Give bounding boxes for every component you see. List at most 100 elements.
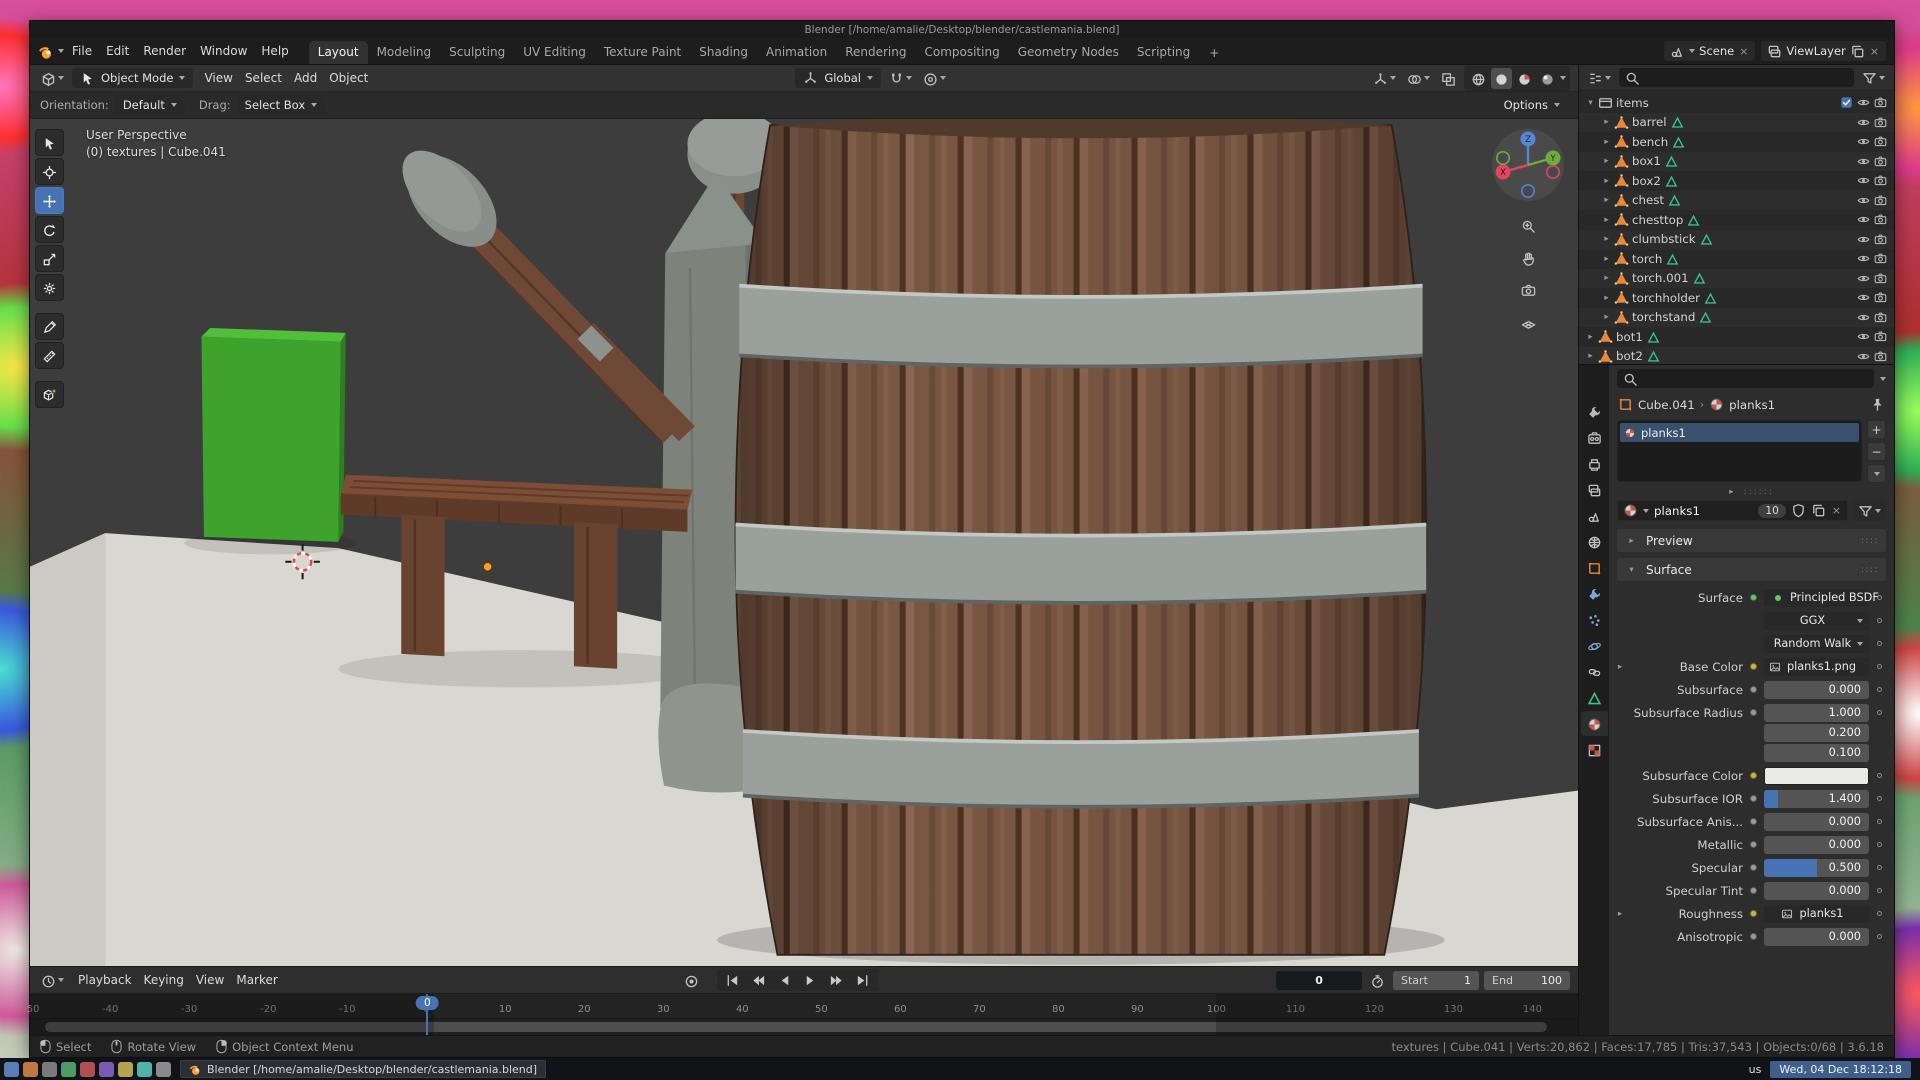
disable-render-toggle[interactable] [1872,252,1889,265]
workspace-tab-scripting[interactable]: Scripting [1128,41,1199,64]
drag-dropdown[interactable]: Select Box [237,95,326,115]
taskbar-app-icon[interactable] [80,1062,95,1077]
slot-specials-button[interactable] [1867,464,1886,483]
outliner-row-box1[interactable]: ▸box1 [1579,152,1894,172]
prev-key-button[interactable] [746,970,771,990]
outliner-row-chest[interactable]: ▸chest [1579,191,1894,211]
disclosure-icon[interactable]: ▸ [1599,117,1614,127]
disclosure-icon[interactable]: ▸ [1599,273,1614,283]
breadcrumb-object[interactable]: Cube.041 [1638,398,1695,412]
animate-decorator-icon[interactable] [1874,836,1885,847]
show-overlays-toggle[interactable] [1404,67,1433,90]
outliner-row-clumbstick[interactable]: ▸clumbstick [1579,230,1894,250]
jump-end-button[interactable] [850,970,875,990]
remove-slot-button[interactable]: − [1867,442,1886,461]
frame-end-field[interactable]: End100 [1484,971,1570,990]
next-key-button[interactable] [824,970,849,990]
hide-viewport-toggle[interactable] [1855,291,1872,304]
unlink-material-icon[interactable]: × [1831,504,1842,517]
outliner-row-torchstand[interactable]: ▸torchstand [1579,308,1894,328]
workspace-tab-rendering[interactable]: Rendering [836,41,915,64]
disable-render-toggle[interactable] [1872,350,1889,363]
hide-viewport-toggle[interactable] [1855,213,1872,226]
disclosure-icon[interactable]: ▸ [1599,215,1614,225]
viewport-menu-add[interactable]: Add [288,68,323,88]
animate-decorator-icon[interactable] [1874,928,1885,939]
properties-tab-constraints[interactable] [1581,659,1608,684]
outliner-row-torchholder[interactable]: ▸torchholder [1579,288,1894,308]
properties-search-input[interactable] [1643,372,1868,385]
taskbar-app-icon[interactable] [156,1062,171,1077]
keyboard-layout-indicator[interactable]: us [1749,1063,1762,1076]
link-roughness[interactable]: planks1 [1764,905,1869,923]
viewport-menu-select[interactable]: Select [239,68,288,88]
tool-transform[interactable] [35,274,64,301]
show-gizmo-toggle[interactable] [1370,67,1399,90]
taskbar-app-icon[interactable] [42,1062,57,1077]
app-menu-chevron-icon[interactable] [58,49,64,53]
tool-scale[interactable] [35,245,64,272]
material-datablock-field[interactable]: planks1 10 × [1617,500,1848,521]
taskbar-app-icon[interactable] [118,1062,133,1077]
timeline-editor-type-button[interactable] [38,969,67,992]
disable-render-toggle[interactable] [1872,194,1889,207]
disclosure-icon[interactable]: ▸ [1583,351,1598,361]
menu-distribution[interactable]: GGX [1764,612,1869,630]
tool-rotate[interactable] [35,216,64,243]
timeline-menu-view[interactable]: View [190,970,230,990]
slider-subsurface-radius-2[interactable]: 0.100 [1764,744,1869,762]
blender-logo-icon[interactable] [38,42,53,61]
taskbar-app-icon[interactable] [99,1062,114,1077]
scene-browse-chevron-icon[interactable] [1689,49,1695,53]
hide-viewport-toggle[interactable] [1855,194,1872,207]
navigation-gizmo[interactable]: Z X Y [1490,127,1566,203]
fake-user-icon[interactable] [1791,503,1806,518]
properties-tab-object-data[interactable] [1581,685,1608,710]
slider-subsurface-radius-0[interactable]: 1.000 [1764,704,1869,722]
disable-render-toggle[interactable] [1872,330,1889,343]
disclosure-icon[interactable]: ▾ [1583,98,1598,108]
scene-selector[interactable]: Scene × [1664,41,1755,61]
proportional-editing-toggle[interactable] [920,67,949,90]
shading-material-button[interactable] [1514,68,1535,89]
disable-render-toggle[interactable] [1872,291,1889,304]
hide-viewport-toggle[interactable] [1855,252,1872,265]
properties-tab-tool[interactable] [1581,399,1608,424]
timeline-menu-marker[interactable]: Marker [230,970,283,990]
hide-viewport-toggle[interactable] [1855,116,1872,129]
slider-subsurface-ior[interactable]: 1.400 [1764,790,1869,808]
mode-dropdown[interactable]: Object Mode [72,68,193,88]
properties-search-field[interactable] [1617,369,1874,388]
workspace-tab-geometry-nodes[interactable]: Geometry Nodes [1009,41,1128,64]
expander-icon[interactable]: ▸ [1614,905,1626,919]
panel-surface[interactable]: ▾ Surface :::: [1617,558,1886,581]
scene-unlink-icon[interactable]: × [1738,45,1749,58]
disclosure-icon[interactable]: ▸ [1599,293,1614,303]
workspace-tab-shading[interactable]: Shading [690,41,757,64]
disable-render-toggle[interactable] [1872,213,1889,226]
hide-viewport-toggle[interactable] [1855,135,1872,148]
disable-render-toggle[interactable] [1872,174,1889,187]
shading-options-chevron-icon[interactable] [1560,76,1566,80]
panel-preview[interactable]: ▸ Preview :::: [1617,529,1886,552]
material-name[interactable]: planks1 [1654,504,1700,518]
menu-edit[interactable]: Edit [99,41,136,61]
slider-specular-tint[interactable]: 0.000 [1764,882,1869,900]
workspace-tab-modeling[interactable]: Modeling [368,41,441,64]
disable-render-toggle[interactable] [1872,155,1889,168]
link-base-color[interactable]: planks1.png [1764,658,1869,676]
viewport-menu-object[interactable]: Object [323,68,374,88]
disable-render-toggle[interactable] [1872,96,1889,109]
slider-subsurface-anisotropy[interactable]: 0.000 [1764,813,1869,831]
tool-measure[interactable] [35,342,64,369]
outliner-filter-button[interactable] [1859,66,1888,89]
material-slot-planks1[interactable]: planks1 [1620,423,1859,442]
tool-add-cube[interactable] [35,381,64,408]
disclosure-icon[interactable]: ▸ [1599,156,1614,166]
pin-icon[interactable] [1870,397,1885,412]
exclude-checkbox[interactable] [1838,96,1855,109]
shading-rendered-button[interactable] [1537,68,1558,89]
properties-tab-modifiers[interactable] [1581,581,1608,606]
disable-render-toggle[interactable] [1872,135,1889,148]
disclosure-icon[interactable]: ▸ [1599,254,1614,264]
